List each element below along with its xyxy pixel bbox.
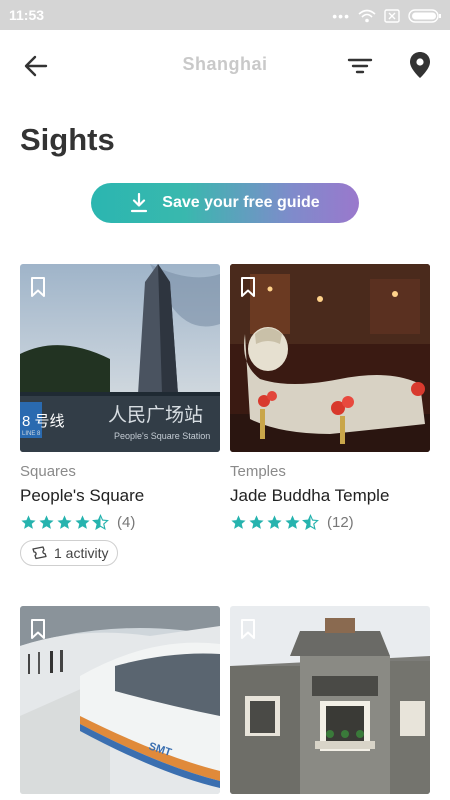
sight-photo-peoples-square: 8 号线 LINE 8 人民广场站 People's Square Statio…	[20, 264, 220, 452]
station-sign-en: People's Square Station	[114, 431, 210, 441]
star-full-icon	[57, 515, 72, 529]
rating-row: (12)	[230, 514, 430, 531]
review-count: (4)	[117, 514, 136, 531]
filter-icon[interactable]	[346, 52, 374, 80]
star-full-icon	[75, 515, 90, 529]
sight-card-4[interactable]	[230, 606, 430, 794]
app-title: Shanghai	[182, 54, 268, 74]
station-line-en-label: LINE 8	[22, 431, 41, 437]
star-full-icon	[267, 515, 282, 529]
save-guide-label: Save your free guide	[162, 194, 320, 211]
sight-photo-jade-buddha-temple	[230, 264, 430, 452]
map-pin-icon[interactable]	[406, 50, 434, 80]
download-icon	[130, 193, 148, 213]
more-dots-icon: •••	[332, 8, 350, 24]
sight-title: People's Square	[20, 486, 145, 505]
star-full-icon	[21, 515, 36, 529]
sight-title: Jade Buddha Temple	[230, 486, 390, 505]
review-count: (12)	[327, 514, 354, 531]
station-sign-cn: 人民广场站	[108, 404, 203, 426]
ticket-icon	[32, 546, 47, 560]
sight-category: Squares	[20, 463, 76, 480]
sight-card-3[interactable]: SMT	[20, 606, 220, 794]
sim-icon	[384, 9, 400, 23]
star-half-icon	[302, 514, 319, 531]
status-time: 11:53	[9, 7, 45, 23]
status-bar: 11:53 •••	[0, 0, 450, 30]
sight-category: Temples	[230, 463, 286, 480]
star-rating	[230, 514, 319, 531]
star-rating	[20, 514, 109, 531]
sight-photo-maglev-train: SMT	[20, 606, 220, 794]
save-guide-button[interactable]: Save your free guide	[91, 183, 359, 223]
sight-card-jade-buddha-temple[interactable]: Temples Jade Buddha Temple (12)	[230, 264, 430, 531]
station-line-label: 8 号线	[22, 413, 65, 430]
activity-pill[interactable]: 1 activity	[20, 540, 119, 566]
bookmark-icon[interactable]	[30, 276, 46, 298]
bookmark-icon[interactable]	[240, 618, 256, 640]
battery-icon	[408, 9, 441, 23]
activity-count: 1 activity	[54, 545, 109, 561]
bookmark-icon[interactable]	[30, 618, 46, 640]
sight-card-peoples-square[interactable]: 8 号线 LINE 8 人民广场站 People's Square Statio…	[20, 264, 220, 566]
page-title: Sights	[20, 122, 115, 157]
status-icons: •••	[332, 7, 442, 25]
star-half-icon	[92, 514, 109, 531]
star-full-icon	[249, 515, 264, 529]
bookmark-icon[interactable]	[240, 276, 256, 298]
app-bar: Shanghai	[0, 30, 450, 102]
rating-row: (4)	[20, 514, 220, 531]
wifi-icon	[358, 9, 376, 23]
sight-photo-old-building	[230, 606, 430, 794]
star-full-icon	[285, 515, 300, 529]
star-full-icon	[39, 515, 54, 529]
star-full-icon	[231, 515, 246, 529]
